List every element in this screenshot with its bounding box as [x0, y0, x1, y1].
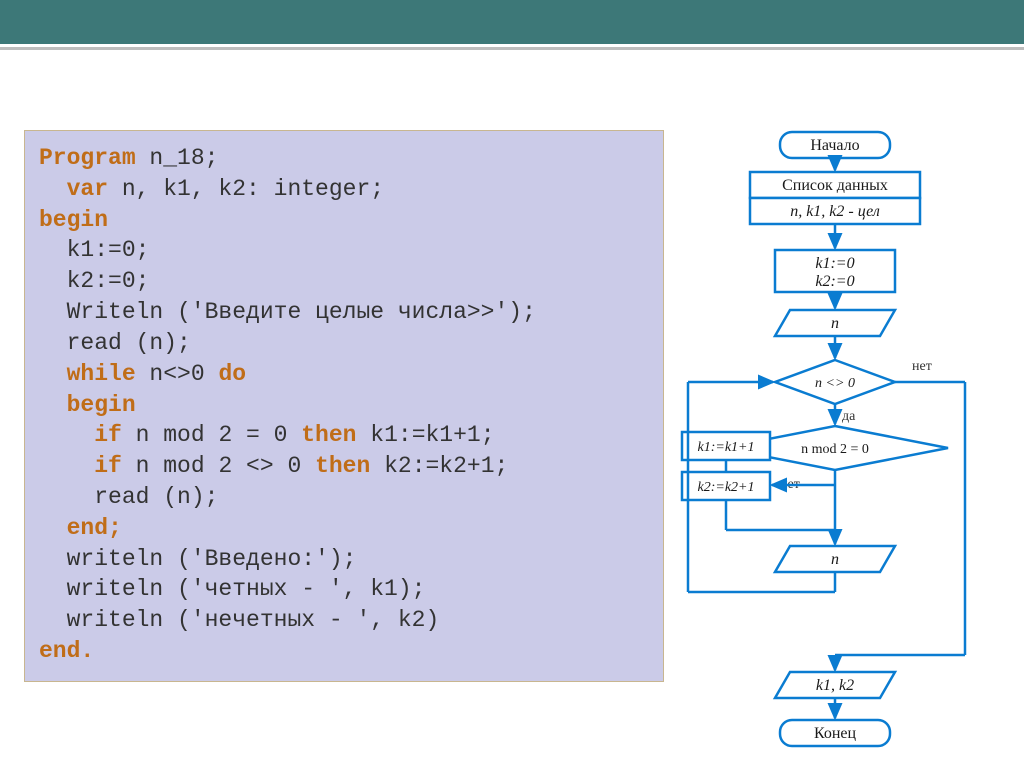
kw-then2: then	[301, 453, 384, 479]
code-text: Writeln ('Введите целые числа>>');	[39, 299, 536, 325]
kw-end2: end.	[39, 638, 94, 664]
code-text: read (n);	[39, 484, 218, 510]
flowchart: Начало Список данных n, k1, k2 - цел k1:…	[680, 130, 1010, 760]
header-underline	[0, 47, 1024, 50]
code-text: n_18;	[136, 145, 219, 171]
code-text: n<>0	[149, 361, 204, 387]
kw-while: while	[39, 361, 149, 387]
kw-program: Program	[39, 145, 136, 171]
flow-init1: k1:=0	[815, 255, 854, 272]
code-text: k1:=k1+1;	[370, 422, 494, 448]
kw-then1: then	[287, 422, 370, 448]
code-text: writeln ('нечетных - ', k2)	[39, 607, 439, 633]
code-panel: Program n_18; var n, k1, k2: integer; be…	[24, 130, 664, 682]
flow-label-yes1: да	[842, 409, 856, 424]
flow-start: Начало	[810, 137, 859, 154]
flow-init2: k2:=0	[815, 273, 854, 290]
kw-begin2: begin	[39, 392, 136, 418]
code-text: n, k1, k2: integer;	[108, 176, 384, 202]
flow-k1: k1:=k1+1	[698, 440, 755, 455]
kw-do: do	[205, 361, 246, 387]
code-text: read (n);	[39, 330, 191, 356]
kw-if1: if	[39, 422, 136, 448]
kw-var: var	[39, 176, 108, 202]
kw-if2: if	[39, 453, 136, 479]
flow-mod: n mod 2 = 0	[801, 442, 869, 457]
flow-label-no1: нет	[912, 359, 932, 374]
flow-input-n2: n	[831, 551, 839, 568]
code-text: writeln ('Введено:');	[39, 546, 356, 572]
flow-output: k1, k2	[816, 677, 854, 694]
code-text: k2:=k2+1;	[384, 453, 508, 479]
flow-input-n1: n	[831, 315, 839, 332]
code-text: n mod 2 <> 0	[136, 453, 302, 479]
code-text: writeln ('четных - ', k1);	[39, 576, 425, 602]
code-text: n mod 2 = 0	[136, 422, 288, 448]
flow-k2: k2:=k2+1	[698, 480, 755, 495]
flow-vars: n, k1, k2 - цел	[790, 203, 880, 220]
flow-datalist: Список данных	[782, 177, 888, 194]
flow-end: Конец	[814, 725, 857, 742]
header-band	[0, 0, 1024, 44]
kw-begin: begin	[39, 207, 108, 233]
code-text: k1:=0;	[39, 237, 149, 263]
kw-end1: end;	[39, 515, 122, 541]
flow-cond: n <> 0	[815, 376, 855, 391]
code-text: k2:=0;	[39, 268, 149, 294]
